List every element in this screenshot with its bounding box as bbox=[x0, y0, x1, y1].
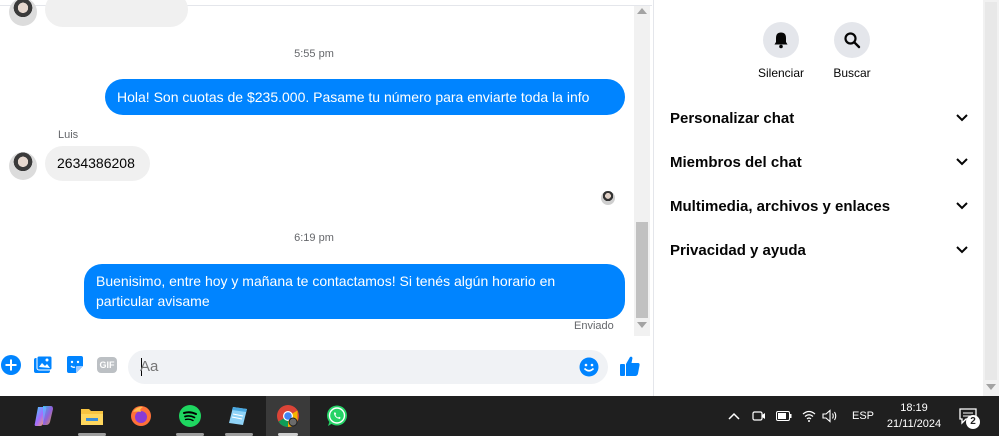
whatsapp-icon[interactable] bbox=[315, 396, 359, 436]
section-label: Privacidad y ayuda bbox=[670, 241, 806, 259]
avatar[interactable] bbox=[9, 0, 37, 26]
notification-badge: 2 bbox=[966, 415, 980, 429]
firefox-icon[interactable] bbox=[119, 396, 163, 436]
search-action[interactable]: Buscar bbox=[817, 22, 887, 80]
chat-info-panel: Silenciar Buscar Personalizar chat Miemb… bbox=[653, 0, 983, 396]
timestamp: 5:55 pm bbox=[294, 48, 334, 60]
section-label: Personalizar chat bbox=[670, 109, 795, 127]
messenger-window: 5:55 pm Hola! Son cuotas de $235.000. Pa… bbox=[0, 0, 999, 396]
section-label: Multimedia, archivos y enlaces bbox=[670, 197, 891, 215]
chevron-down-icon bbox=[956, 202, 968, 210]
message-status: Enviado bbox=[574, 320, 614, 332]
message-input-box[interactable] bbox=[128, 350, 608, 384]
scroll-up-arrow-icon[interactable] bbox=[637, 8, 647, 14]
photo-icon[interactable] bbox=[32, 354, 54, 376]
timestamp: 6:19 pm bbox=[294, 232, 334, 244]
meet-icon[interactable] bbox=[752, 409, 766, 423]
section-chat-members[interactable]: Miembros del chat bbox=[670, 142, 968, 182]
message-outgoing[interactable]: Buenisimo, entre hoy y mañana te contact… bbox=[84, 264, 625, 319]
volume-icon[interactable] bbox=[822, 409, 838, 423]
clock-date: 21/11/2024 bbox=[886, 418, 942, 430]
message-outgoing[interactable]: Hola! Son cuotas de $235.000. Pasame tu … bbox=[105, 79, 625, 115]
message-input[interactable] bbox=[140, 358, 560, 375]
gif-icon[interactable]: GIF bbox=[96, 355, 118, 375]
chevron-up-icon[interactable] bbox=[728, 412, 740, 420]
action-label: Silenciar bbox=[757, 66, 805, 80]
action-label: Buscar bbox=[833, 66, 871, 80]
spotify-icon[interactable] bbox=[168, 396, 212, 436]
like-icon[interactable] bbox=[618, 354, 642, 378]
gif-label: GIF bbox=[97, 357, 117, 373]
chevron-down-icon bbox=[956, 246, 968, 254]
side-scrollbar-thumb[interactable] bbox=[985, 2, 997, 380]
avatar[interactable] bbox=[9, 152, 37, 180]
notification-button[interactable]: 2 bbox=[956, 404, 982, 430]
copilot-icon[interactable] bbox=[22, 396, 66, 436]
scroll-down-arrow-icon[interactable] bbox=[986, 384, 996, 390]
emoji-icon[interactable] bbox=[578, 356, 600, 378]
file-explorer-icon[interactable] bbox=[70, 396, 114, 436]
read-receipt-avatar bbox=[601, 191, 615, 205]
section-personalize-chat[interactable]: Personalizar chat bbox=[670, 98, 968, 138]
sender-name: Luis bbox=[58, 129, 79, 141]
notepad-icon[interactable] bbox=[217, 396, 261, 436]
language-indicator[interactable]: ESP bbox=[852, 410, 874, 422]
chevron-down-icon bbox=[956, 158, 968, 166]
battery-icon[interactable] bbox=[776, 411, 792, 421]
chat-scrollbar-thumb[interactable] bbox=[636, 222, 648, 318]
chat-pane: 5:55 pm Hola! Son cuotas de $235.000. Pa… bbox=[0, 0, 652, 396]
system-tray: ESP bbox=[728, 396, 874, 436]
section-label: Miembros del chat bbox=[670, 153, 802, 171]
clock-time: 18:19 bbox=[900, 402, 928, 414]
message-incoming[interactable]: 2634386208 bbox=[45, 146, 150, 181]
bell-icon[interactable] bbox=[763, 22, 799, 58]
message-line: Buenisimo, entre hoy y mañana te contact… bbox=[96, 273, 556, 289]
search-icon[interactable] bbox=[834, 22, 870, 58]
wifi-icon[interactable] bbox=[802, 410, 816, 422]
system-clock[interactable]: 18:19 21/11/2024 bbox=[876, 400, 952, 432]
plus-icon[interactable] bbox=[0, 354, 22, 376]
message-line: particular avisame bbox=[96, 293, 210, 309]
message-incoming-partial bbox=[45, 0, 188, 27]
mute-action[interactable]: Silenciar bbox=[746, 22, 816, 80]
chevron-down-icon bbox=[956, 114, 968, 122]
chrome-icon[interactable] bbox=[266, 396, 310, 436]
windows-taskbar: ESP 18:19 21/11/2024 2 bbox=[0, 396, 999, 436]
scroll-down-arrow-icon[interactable] bbox=[637, 322, 647, 328]
sticker-icon[interactable] bbox=[64, 354, 86, 376]
section-media-files-links[interactable]: Multimedia, archivos y enlaces bbox=[670, 186, 968, 226]
section-privacy-help[interactable]: Privacidad y ayuda bbox=[670, 230, 968, 270]
message-composer: GIF bbox=[0, 342, 652, 390]
